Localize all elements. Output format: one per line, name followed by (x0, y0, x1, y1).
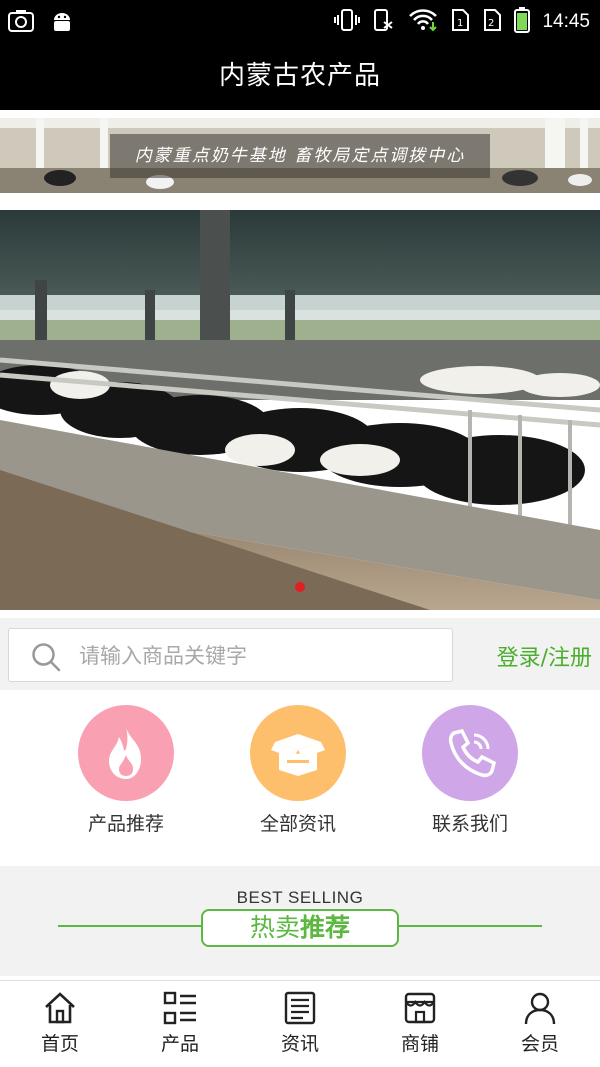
dairy-barn-photo (0, 210, 600, 610)
best-selling-cn-title: 热卖推荐 (201, 909, 399, 947)
status-bar: 1 2 14:45 (0, 0, 600, 42)
search-bar: 登录/注册 (0, 618, 600, 690)
tab-label: 会员 (520, 1033, 559, 1055)
search-icon (31, 642, 61, 672)
home-icon (45, 992, 75, 1024)
best-selling-cn-bold: 推荐 (300, 913, 351, 942)
vibrate-icon (334, 8, 361, 36)
news-icon (284, 991, 316, 1025)
tab-label: 首页 (40, 1033, 79, 1055)
wifi-icon (408, 8, 438, 36)
hero-slider[interactable] (0, 210, 600, 610)
best-selling-section: BEST SELLING 热卖推荐 (0, 866, 600, 976)
tab-news[interactable]: 资讯 (240, 991, 360, 1056)
quick-nav-label: 产品推荐 (87, 813, 164, 835)
quick-nav-contact-us[interactable]: 联系我们 (410, 705, 530, 836)
divider-right (399, 925, 542, 927)
user-icon (524, 992, 556, 1025)
slider-indicator-dot[interactable] (295, 582, 305, 592)
app-header-bar: 1 2 14:45 内蒙古农产品 (0, 0, 600, 110)
best-selling-cn-normal: 热卖 (249, 913, 300, 942)
quick-nav-label: 联系我们 (431, 813, 508, 835)
divider-left (58, 925, 201, 927)
search-input[interactable] (79, 629, 439, 683)
store-icon (404, 992, 436, 1024)
tab-member[interactable]: 会员 (480, 991, 600, 1056)
sim1-icon: 1 (450, 8, 470, 36)
svg-text:1: 1 (457, 18, 463, 29)
quick-nav-product-recommend[interactable]: 产品推荐 (66, 705, 186, 836)
quick-nav-all-news[interactable]: 全部资讯 (238, 705, 358, 836)
tab-store[interactable]: 商铺 (360, 991, 480, 1056)
tab-home[interactable]: 首页 (0, 991, 120, 1056)
screenshot-icon (8, 9, 34, 37)
banner-slogan: 内蒙重点奶牛基地 畜牧局定点调拨中心 (134, 146, 466, 166)
tab-label: 资讯 (280, 1033, 319, 1055)
box-icon (250, 705, 346, 801)
page-title: 内蒙古农产品 (218, 61, 381, 91)
bottom-tab-bar: 首页 产品 资讯 商铺 会员 (0, 980, 600, 1067)
quick-nav-label: 全部资讯 (259, 813, 336, 835)
android-icon (50, 9, 74, 37)
grid-list-icon (163, 991, 196, 1025)
login-register-link[interactable]: 登录/注册 (497, 640, 592, 672)
tab-products[interactable]: 产品 (120, 991, 240, 1056)
quick-nav: 产品推荐 全部资讯 联系我们 (0, 690, 600, 866)
flame-icon (78, 705, 174, 801)
search-box[interactable] (8, 628, 453, 683)
phone-icon (422, 705, 518, 801)
tab-label: 商铺 (400, 1033, 439, 1055)
battery-icon (514, 7, 531, 37)
sim2-icon: 2 (482, 8, 502, 36)
tab-label: 产品 (160, 1033, 199, 1055)
svg-text:2: 2 (488, 18, 494, 29)
best-selling-en-title: BEST SELLING (236, 888, 364, 907)
status-time: 14:45 (542, 11, 590, 32)
phone-muted-icon (372, 8, 396, 36)
